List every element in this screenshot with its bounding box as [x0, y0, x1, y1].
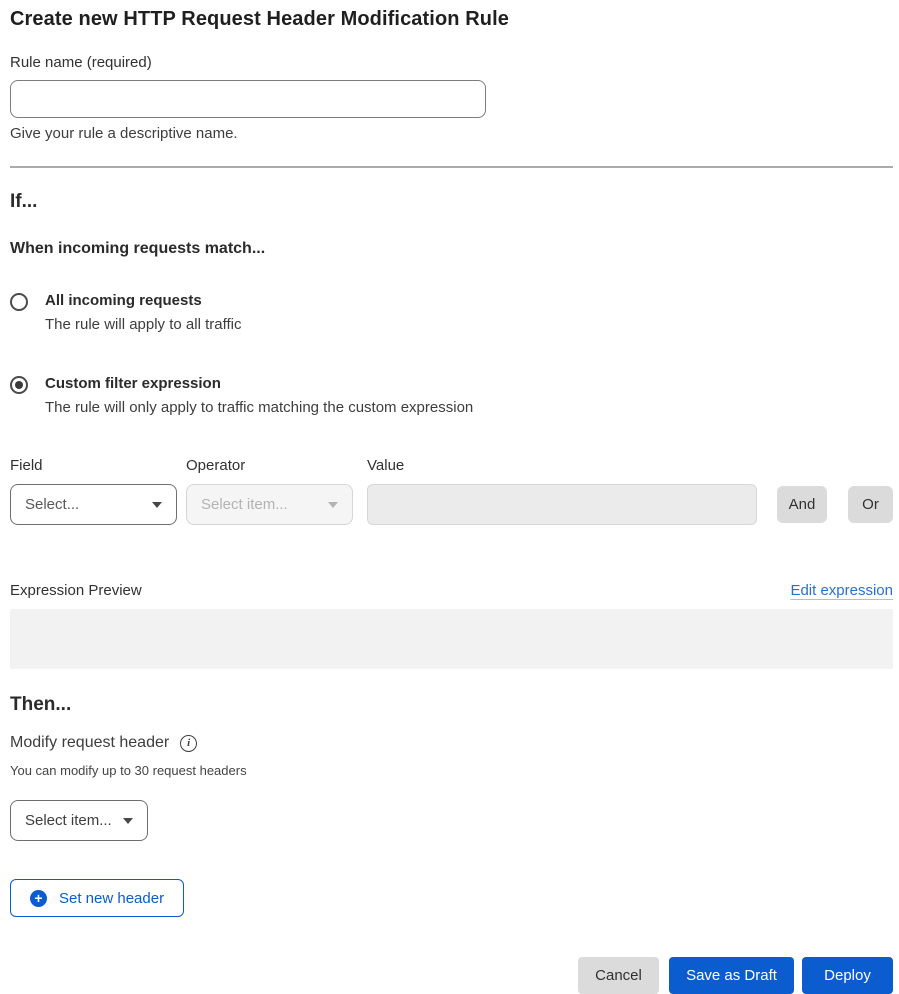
save-as-draft-button[interactable]: Save as Draft — [669, 957, 794, 994]
andor-buttons: And Or — [777, 486, 893, 523]
page-title: Create new HTTP Request Header Modificat… — [10, 8, 893, 31]
expression-preview-box — [10, 609, 893, 669]
or-button[interactable]: Or — [848, 486, 893, 523]
chevron-down-icon — [152, 502, 162, 508]
operator-select: Select item... — [186, 484, 353, 525]
edit-expression-link[interactable]: Edit expression — [790, 582, 893, 599]
rule-name-input[interactable] — [10, 80, 486, 118]
modify-header-row: Modify request header i — [10, 734, 893, 752]
plus-icon: + — [30, 890, 47, 907]
radio-option-all-requests[interactable]: All incoming requests The rule will appl… — [10, 292, 893, 333]
radio-label: Custom filter expression — [45, 375, 473, 392]
field-select-value: Select... — [25, 496, 79, 513]
cancel-button[interactable]: Cancel — [578, 957, 659, 994]
radio-description: The rule will only apply to traffic matc… — [45, 399, 473, 416]
set-new-header-button[interactable]: + Set new header — [10, 879, 184, 917]
operator-select-value: Select item... — [201, 496, 288, 513]
operator-column: Operator Select item... — [186, 457, 353, 525]
if-heading: If... — [10, 191, 893, 213]
radio-unselected-icon[interactable] — [10, 293, 28, 311]
section-divider — [10, 166, 893, 168]
radio-option-texts: Custom filter expression The rule will o… — [45, 375, 473, 416]
expression-builder-row: Field Select... Operator Select item... … — [10, 457, 893, 525]
chevron-down-icon — [328, 502, 338, 508]
radio-description: The rule will apply to all traffic — [45, 316, 241, 333]
then-heading: Then... — [10, 694, 893, 716]
modify-request-header-label: Modify request header — [10, 734, 169, 752]
field-column: Field Select... — [10, 457, 177, 525]
set-new-header-label: Set new header — [59, 890, 164, 907]
rule-name-help: Give your rule a descriptive name. — [10, 125, 893, 142]
and-button[interactable]: And — [777, 486, 827, 523]
info-icon[interactable]: i — [180, 735, 197, 752]
value-label: Value — [367, 457, 757, 474]
chevron-down-icon — [123, 818, 133, 824]
create-rule-page: Create new HTTP Request Header Modificat… — [0, 0, 899, 994]
field-select[interactable]: Select... — [10, 484, 177, 525]
footer-actions: Cancel Save as Draft Deploy — [10, 957, 893, 994]
radio-selected-icon[interactable] — [10, 376, 28, 394]
radio-label: All incoming requests — [45, 292, 241, 309]
value-column: Value — [367, 457, 757, 525]
radio-option-texts: All incoming requests The rule will appl… — [45, 292, 241, 333]
header-action-select[interactable]: Select item... — [10, 800, 148, 841]
deploy-button[interactable]: Deploy — [802, 957, 893, 994]
field-label: Field — [10, 457, 177, 474]
rule-name-label: Rule name (required) — [10, 54, 893, 71]
radio-option-custom-expression[interactable]: Custom filter expression The rule will o… — [10, 375, 893, 416]
expression-preview-header: Expression Preview Edit expression — [10, 582, 893, 599]
match-subheading: When incoming requests match... — [10, 240, 893, 258]
expression-preview-label: Expression Preview — [10, 582, 142, 599]
operator-label: Operator — [186, 457, 353, 474]
value-input — [367, 484, 757, 525]
modify-help-text: You can modify up to 30 request headers — [10, 763, 893, 778]
header-action-select-value: Select item... — [25, 812, 112, 829]
